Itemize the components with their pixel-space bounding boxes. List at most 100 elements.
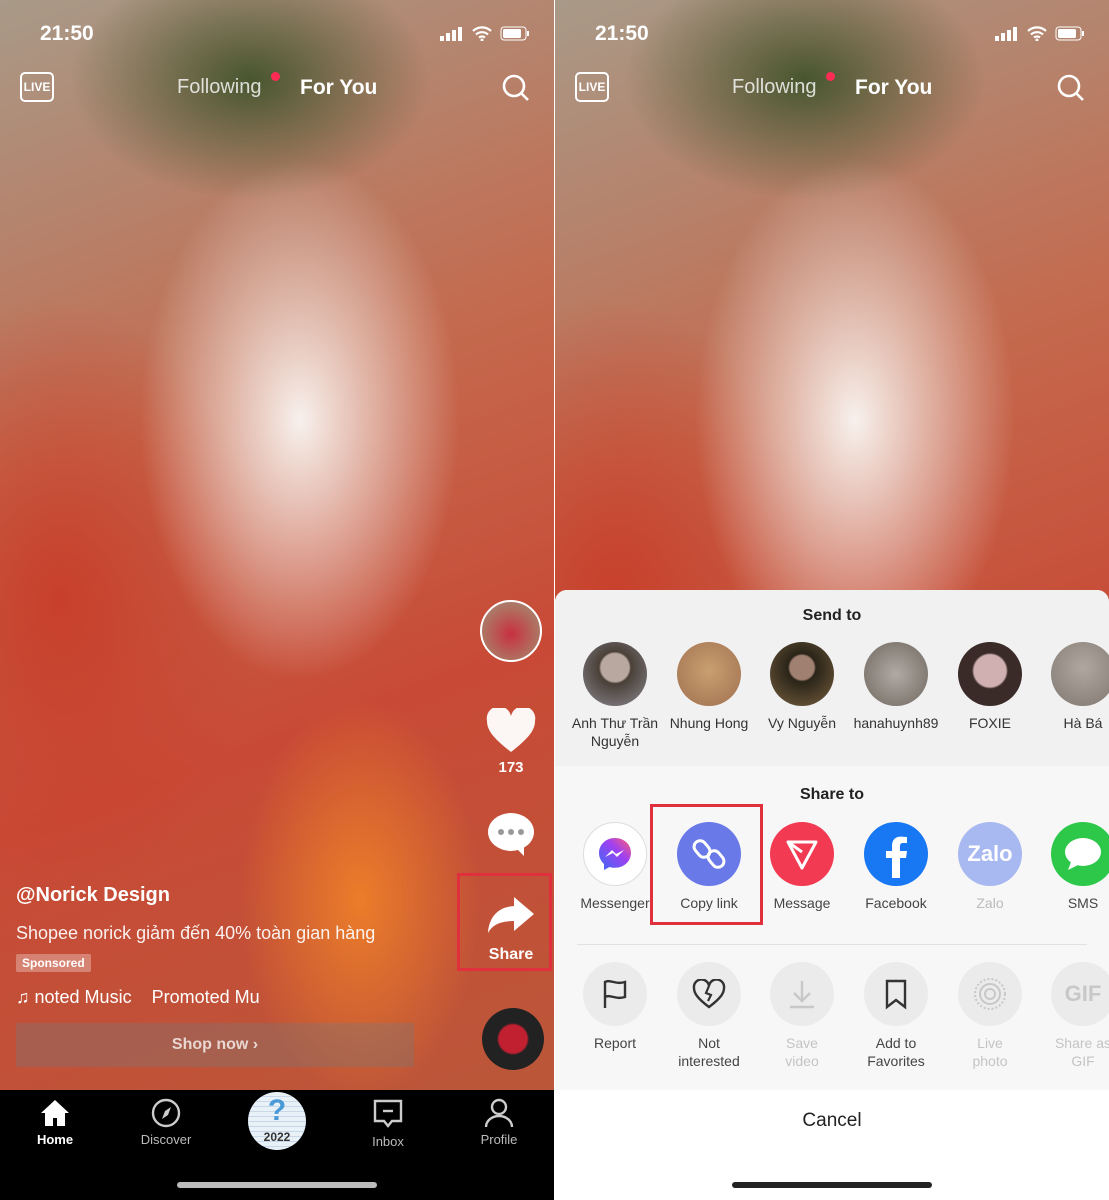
status-time: 21:50 — [40, 22, 94, 45]
action-report[interactable]: Report — [569, 962, 661, 1052]
action-label: Add to Favorites — [867, 1035, 925, 1069]
share-target-label: SMS — [1067, 895, 1099, 911]
contact-item[interactable]: FOXIE — [944, 642, 1036, 732]
share-target-label: Message — [773, 895, 831, 911]
nav-inbox[interactable]: Inbox — [343, 1098, 433, 1149]
facebook-icon — [886, 836, 907, 878]
nav-2022-button[interactable]: ? 2022 — [248, 1092, 306, 1150]
action-share-as-gif[interactable]: GIF Share as GIF — [1037, 962, 1109, 1070]
wifi-icon — [472, 26, 492, 41]
contact-avatar — [583, 642, 647, 706]
nav-profile[interactable]: Profile — [454, 1098, 544, 1147]
signal-icon — [440, 26, 462, 41]
action-live-photo[interactable]: Live photo — [944, 962, 1036, 1070]
share-target-label: Facebook — [865, 895, 927, 911]
shop-now-button[interactable]: Shop now › — [16, 1023, 414, 1067]
gif-icon: GIF — [1051, 962, 1109, 1026]
contact-name: Nhung Hong — [669, 715, 749, 731]
tab-following[interactable]: Following — [732, 76, 816, 99]
nav-label: 2022 — [263, 1130, 291, 1144]
music-note-icon: ♫ — [16, 987, 35, 1007]
contact-avatar — [1051, 642, 1109, 706]
signal-icon — [995, 26, 1017, 41]
music-ticker[interactable]: ♫ noted Music Promoted Mu — [16, 987, 296, 1008]
flag-icon — [583, 962, 647, 1026]
action-save-video[interactable]: Save video — [756, 962, 848, 1070]
bottom-nav: Home Discover ? 2022 Inbox Profile — [0, 1090, 554, 1200]
share-target-messenger[interactable]: Messenger — [569, 822, 661, 912]
search-icon[interactable] — [502, 74, 530, 102]
action-label: Report — [593, 1035, 637, 1051]
status-icons — [995, 26, 1085, 41]
wifi-icon — [1027, 26, 1047, 41]
contact-item[interactable]: Nhung Hong — [663, 642, 755, 732]
contact-avatar — [677, 642, 741, 706]
gif-logo: GIF — [1064, 981, 1102, 1006]
action-not-interested[interactable]: Not interested — [663, 962, 755, 1070]
top-nav: LIVE Following For You — [0, 72, 554, 102]
paper-plane-icon — [786, 840, 818, 870]
contact-item[interactable]: Vy Nguyễn — [756, 642, 848, 732]
share-target-zalo[interactable]: Zalo Zalo — [944, 822, 1036, 912]
nav-label: Home — [36, 1132, 74, 1147]
action-add-to-favorites[interactable]: Add to Favorites — [850, 962, 942, 1070]
share-target-sms[interactable]: SMS — [1037, 822, 1109, 912]
share-target-circle — [583, 822, 647, 886]
contact-item[interactable]: Anh Thư Trần Nguyễn — [569, 642, 661, 750]
music-disc-icon[interactable] — [482, 1008, 544, 1070]
creator-avatar[interactable] — [478, 600, 544, 662]
music-title: noted Music Promoted Mu — [34, 987, 260, 1007]
contact-avatar — [770, 642, 834, 706]
download-icon — [770, 962, 834, 1026]
highlight-copy-link — [650, 804, 763, 925]
highlight-share — [457, 873, 552, 971]
share-target-circle — [1051, 822, 1109, 886]
live-button[interactable]: LIVE — [575, 72, 609, 102]
contact-item[interactable]: hanahuynh89 — [850, 642, 942, 732]
sponsored-badge: Sponsored — [16, 954, 91, 972]
divider — [577, 944, 1087, 945]
notification-dot — [826, 72, 835, 81]
contact-name: Hà Bá — [1063, 715, 1103, 731]
battery-icon — [1055, 26, 1084, 41]
top-nav: LIVE Following For You — [555, 72, 1109, 102]
caption: Shopee norick giảm đến 40% toàn gian hàn… — [16, 923, 376, 943]
compass-icon — [151, 1098, 181, 1128]
nav-home[interactable]: Home — [10, 1098, 100, 1147]
video-player[interactable] — [0, 0, 554, 1200]
messenger-icon — [599, 838, 631, 870]
question-badge-icon: ? — [267, 1094, 287, 1127]
home-icon — [41, 1100, 69, 1126]
share-sheet: Send to Anh Thư Trần Nguyễn Nhung Hong Vy … — [555, 590, 1109, 1200]
contact-name: FOXIE — [968, 715, 1011, 731]
action-label: Live photo — [972, 1035, 1008, 1069]
send-to-section: Send to Anh Thư Trần Nguyễn Nhung Hong Vy … — [555, 590, 1109, 766]
share-target-label: Messenger — [580, 895, 650, 911]
search-icon[interactable] — [1057, 74, 1085, 102]
contact-name: Anh Thư Trần Nguyễn — [571, 715, 659, 749]
action-label: Share as GIF — [1054, 1035, 1109, 1069]
status-time: 21:50 — [595, 22, 649, 45]
share-target-facebook[interactable]: Facebook — [850, 822, 942, 912]
contact-name: hanahuynh89 — [853, 715, 939, 731]
tab-for-you[interactable]: For You — [855, 76, 932, 100]
inbox-icon — [373, 1099, 403, 1128]
comment-button[interactable] — [478, 812, 544, 861]
author-name[interactable]: @Norick Design — [16, 884, 170, 907]
tab-for-you[interactable]: For You — [300, 76, 377, 100]
comment-icon — [488, 813, 534, 856]
action-label: Save video — [785, 1035, 819, 1069]
phone-share-sheet: 21:50 LIVE Following For You Send to Anh… — [555, 0, 1109, 1200]
live-button[interactable]: LIVE — [20, 72, 54, 102]
contact-name: Vy Nguyễn — [768, 715, 836, 731]
like-button[interactable]: 173 — [478, 706, 544, 776]
person-icon — [484, 1098, 514, 1128]
nav-discover[interactable]: Discover — [121, 1098, 211, 1147]
contact-item[interactable]: Hà Bá — [1037, 642, 1109, 732]
nav-label: Inbox — [372, 1134, 404, 1149]
share-target-message[interactable]: Message — [756, 822, 848, 912]
home-indicator — [732, 1182, 932, 1188]
share-target-label: Zalo — [976, 895, 1004, 911]
tab-following[interactable]: Following — [177, 76, 261, 99]
share-target-circle — [864, 822, 928, 886]
